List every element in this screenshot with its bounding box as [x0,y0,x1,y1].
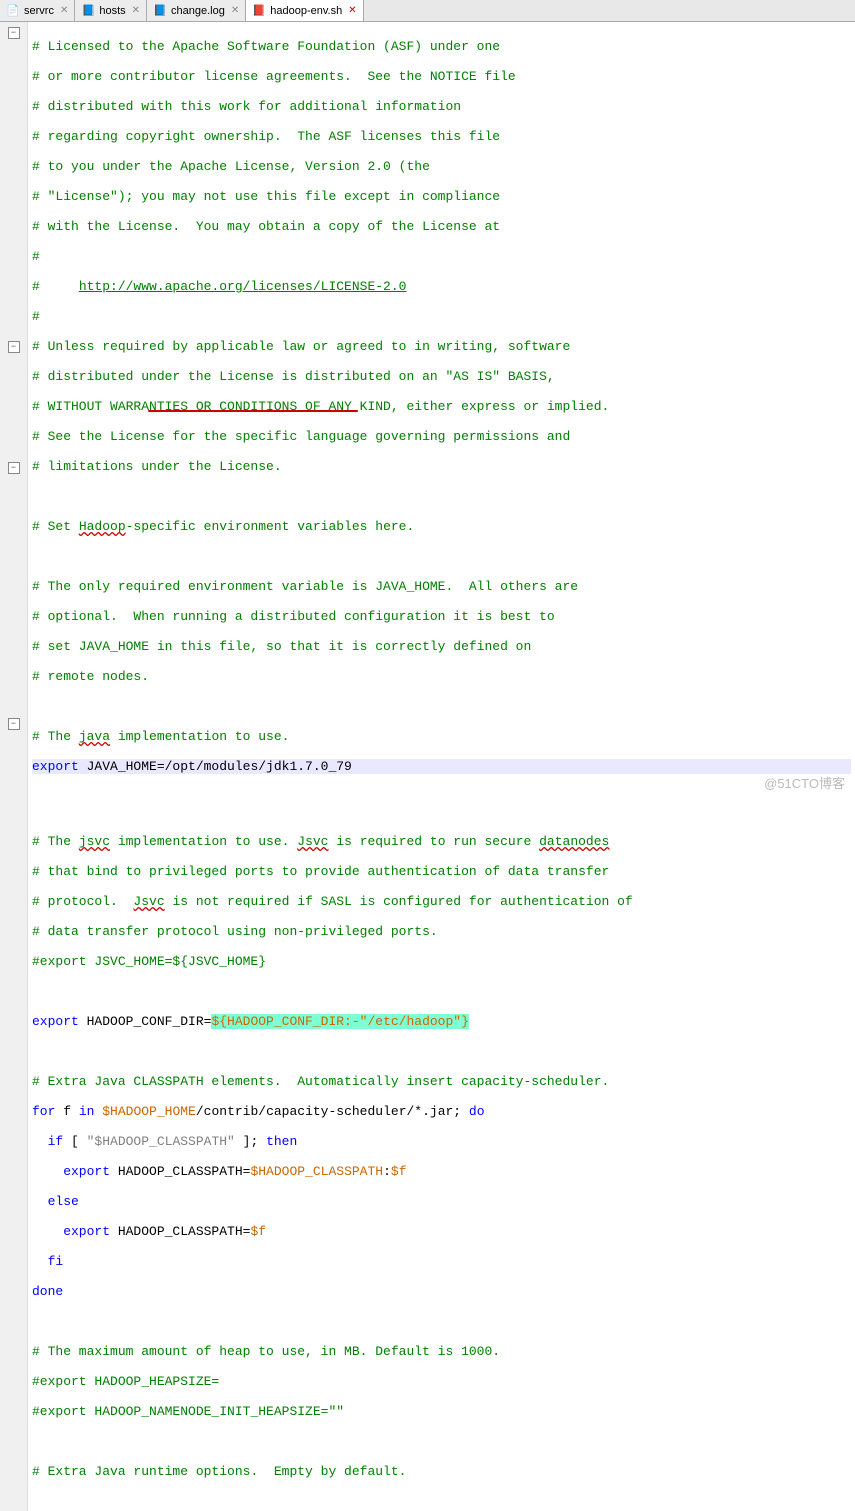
tab-label: change.log [171,5,225,17]
highlighted-line: export JAVA_HOME=/opt/modules/jdk1.7.0_7… [32,759,851,774]
fold-gutter: − − − − [0,22,28,1511]
fold-toggle[interactable]: − [8,462,20,474]
tab-hosts[interactable]: 📘 hosts ✕ [75,0,147,21]
close-icon[interactable]: ✕ [348,5,356,16]
close-icon[interactable]: ✕ [231,5,239,16]
tab-label: servrc [24,5,54,17]
file-icon: 📄 [6,4,20,18]
file-icon: 📘 [81,4,95,18]
close-icon[interactable]: ✕ [132,5,140,16]
code-editor[interactable]: − − − − # Licensed to the Apache Softwar… [0,22,855,1511]
tab-label: hosts [99,5,125,17]
tab-bar: 📄 servrc ✕ 📘 hosts ✕ 📘 change.log ✕ 📕 hadoop-en… [0,0,855,22]
tab-servrc[interactable]: 📄 servrc ✕ [0,0,75,21]
file-icon: 📕 [252,4,266,18]
code-area[interactable]: # Licensed to the Apache Software Founda… [28,22,855,1511]
fold-toggle[interactable]: − [8,27,20,39]
fold-toggle[interactable]: − [8,341,20,353]
close-icon[interactable]: ✕ [60,5,68,16]
red-underline-annotation [148,410,358,412]
watermark: @51CTO博客 [764,773,845,792]
file-icon: 📘 [153,4,167,18]
tab-hadoop-env[interactable]: 📕 hadoop-env.sh ✕ [246,0,363,21]
tab-changelog[interactable]: 📘 change.log ✕ [147,0,246,21]
fold-toggle[interactable]: − [8,718,20,730]
tab-label: hadoop-env.sh [270,5,342,17]
